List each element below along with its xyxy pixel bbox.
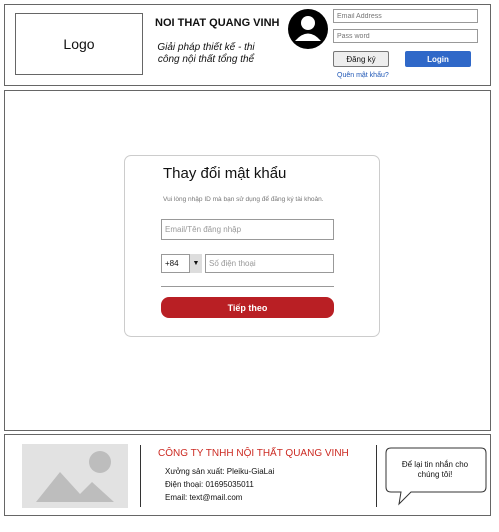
footer-divider xyxy=(376,445,377,507)
image-placeholder-icon xyxy=(36,451,114,502)
form-hint: Vui lòng nhập ID mà bạn sử dụng để đăng … xyxy=(163,196,324,203)
password-input[interactable] xyxy=(333,29,478,43)
logo-label: Logo xyxy=(63,36,95,52)
chevron-down-icon[interactable]: ▼ xyxy=(189,254,202,273)
phone-field[interactable]: Số điện thoại xyxy=(205,254,334,273)
forgot-password-link[interactable]: Quên mật khẩu? xyxy=(337,72,389,79)
image-placeholder xyxy=(22,444,128,508)
next-button[interactable]: Tiếp theo xyxy=(161,297,334,318)
email-input[interactable] xyxy=(333,9,478,23)
workshop-address: Xưởng sản xuất: Pleiku-GiaLai xyxy=(165,467,275,476)
logo[interactable]: Logo xyxy=(15,13,143,75)
brand-title: NOI THAT QUANG VINH xyxy=(155,17,280,29)
divider xyxy=(161,286,334,287)
page-title: Thay đổi mật khẩu xyxy=(163,165,287,182)
contact-email: Email: text@mail.com xyxy=(165,493,243,502)
contact-phone: Điện thoại: 01695035011 xyxy=(165,480,254,489)
register-button[interactable]: Đăng ký xyxy=(333,51,389,67)
footer-divider xyxy=(140,445,141,507)
login-button[interactable]: Login xyxy=(405,51,471,67)
company-name: CÔNG TY TNHH NỘI THẤT QUANG VINH xyxy=(158,448,349,459)
chat-prompt[interactable]: Để lại tin nhắn cho chúng tôi! xyxy=(391,460,479,480)
username-field[interactable]: Email/Tên đăng nhập xyxy=(161,219,334,240)
slogan: Giải pháp thiết kế - thi công nội thất t… xyxy=(157,42,255,65)
user-avatar-icon[interactable] xyxy=(287,8,329,50)
